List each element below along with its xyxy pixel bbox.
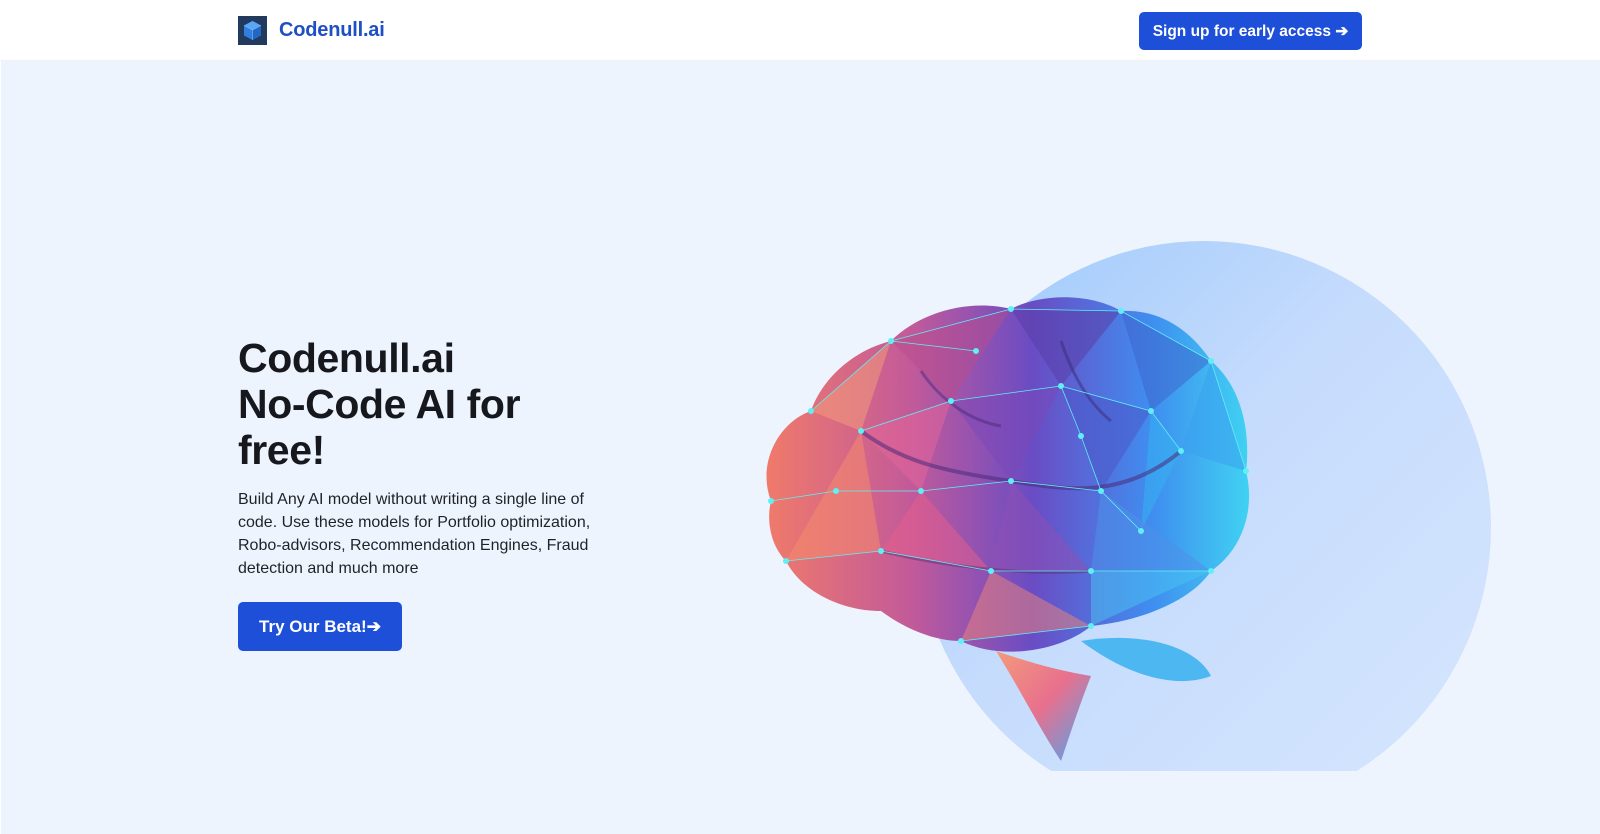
signup-early-access-button[interactable]: Sign up for early access ➔ (1139, 12, 1362, 50)
cube-logo-icon (238, 16, 267, 45)
hero-title: Codenull.ai No-Code AI for free! (238, 335, 618, 473)
brand-name: Codenull.ai (279, 19, 385, 41)
hero-title-line-3: free! (238, 427, 325, 473)
hero-title-line-1: Codenull.ai (238, 335, 455, 381)
hero-section: Codenull.ai No-Code AI for free! Build A… (1, 61, 1600, 834)
hero-description: Build Any AI model without writing a sin… (238, 491, 591, 577)
brand-link[interactable]: Codenull.ai (238, 16, 385, 45)
brain-body-shape (766, 297, 1250, 652)
hero-title-line-2: No-Code AI for (238, 381, 521, 427)
try-beta-button[interactable]: Try Our Beta!➔ (238, 602, 402, 651)
hero-illustration (766, 241, 1491, 771)
top-navbar: Codenull.ai Sign up for early access ➔ (0, 0, 1600, 61)
